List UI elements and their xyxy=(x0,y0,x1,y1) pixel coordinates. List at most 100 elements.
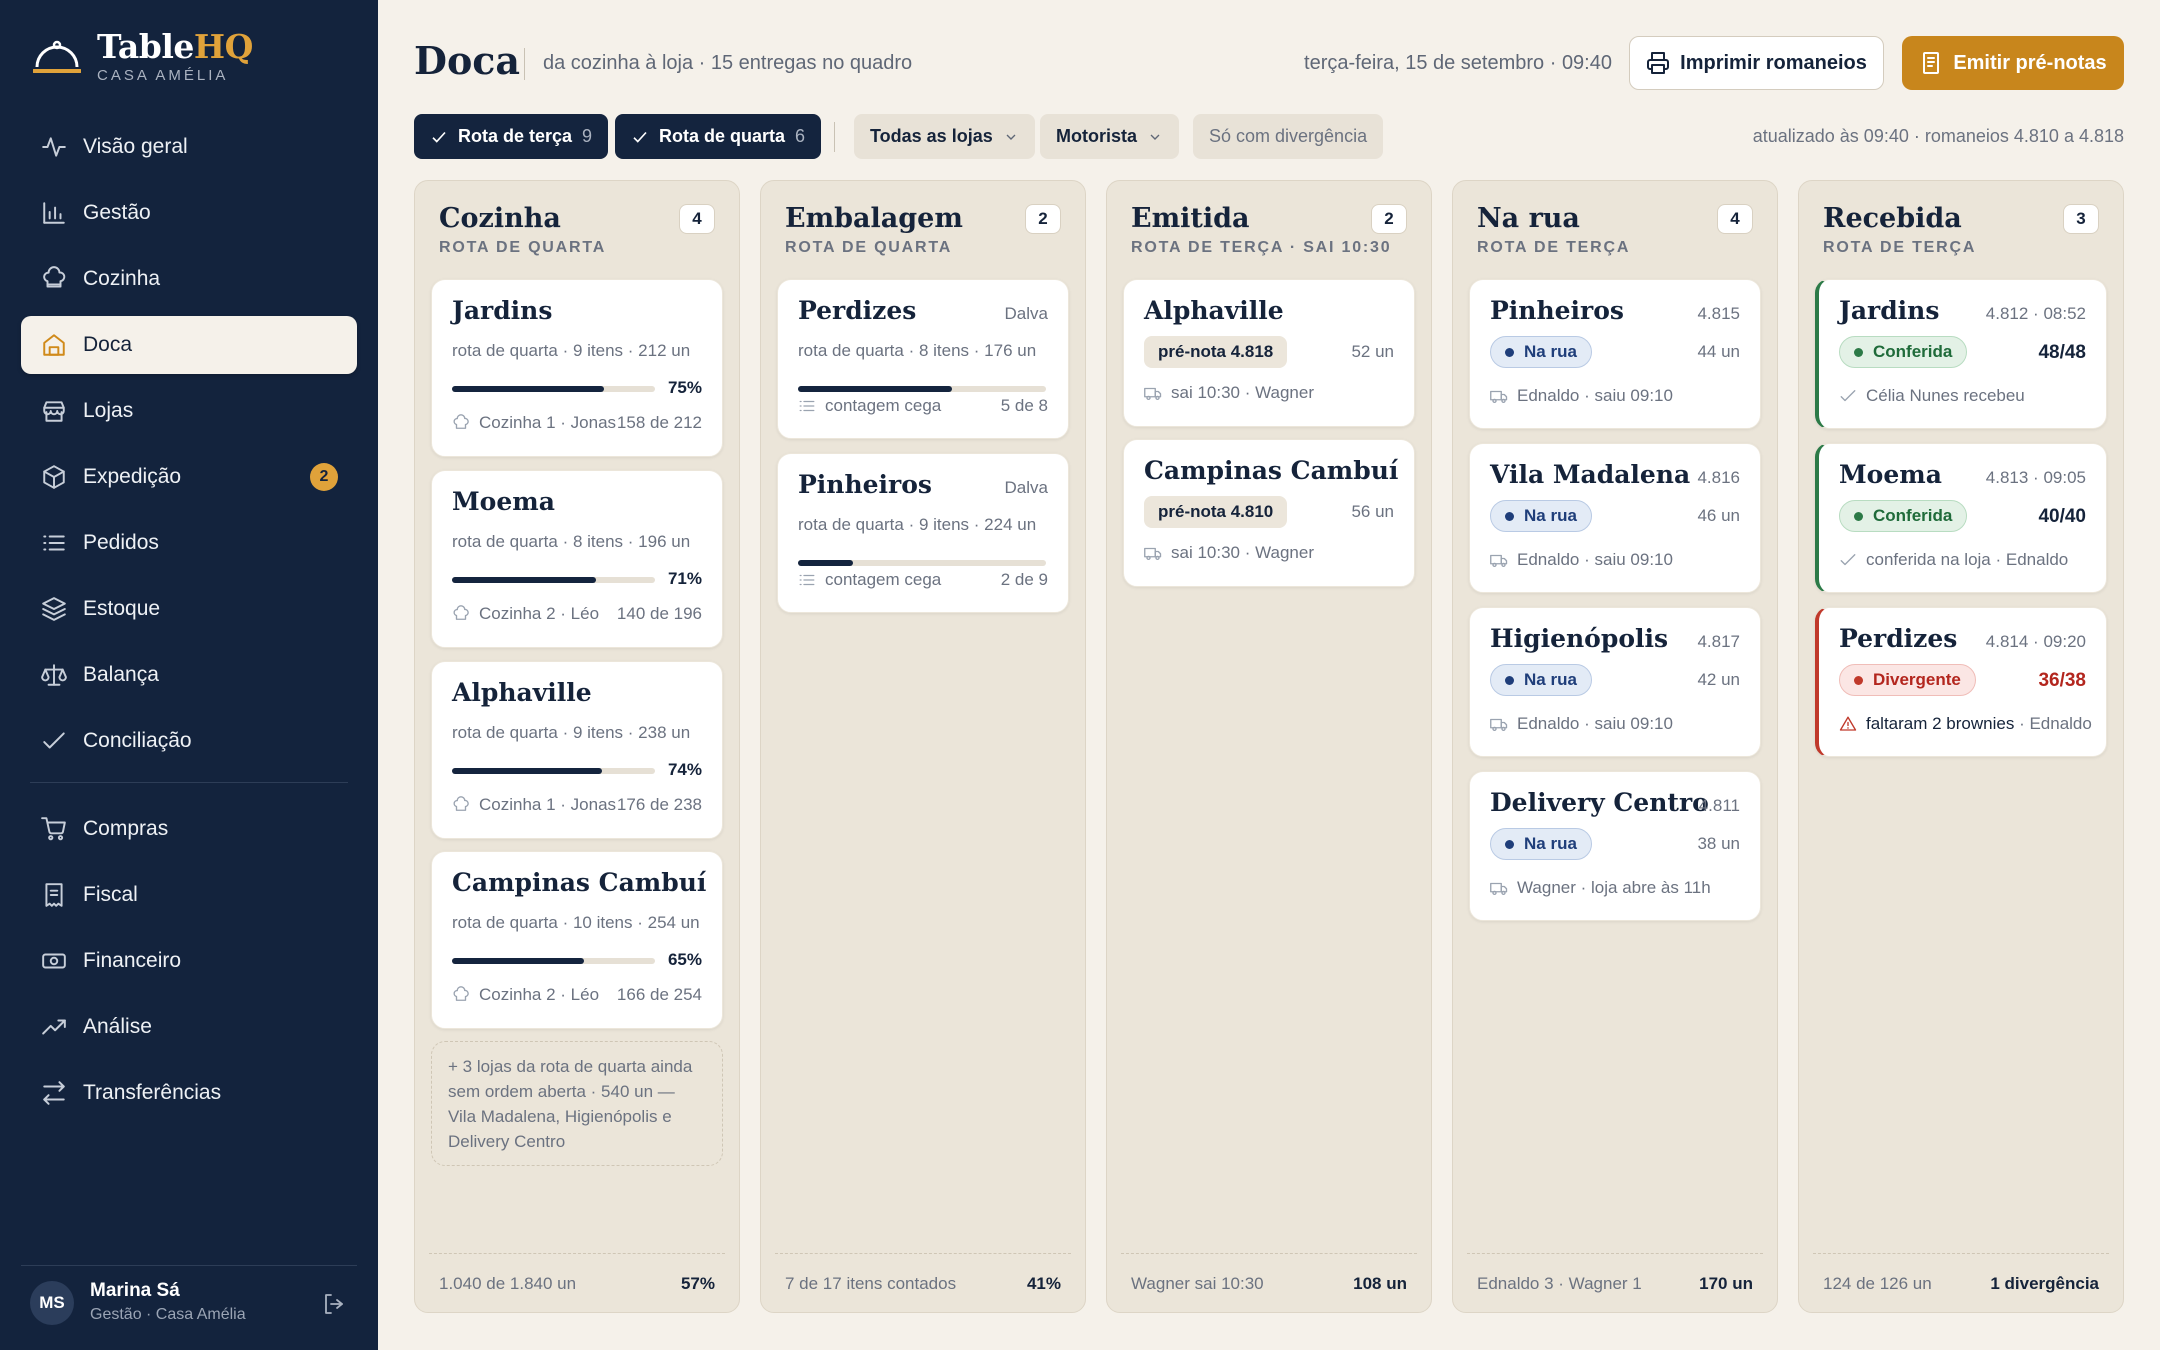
nav-item-gestao[interactable]: Gestão xyxy=(21,184,357,242)
nav-item-estoque[interactable]: Estoque xyxy=(21,580,357,638)
received-card-perdizes[interactable]: Perdizes 4.814 · 09:20 Divergente 36/38 … xyxy=(1815,607,2107,757)
nav-item-analise[interactable]: Análise xyxy=(21,998,357,1056)
check-icon xyxy=(432,131,446,143)
kitchen-card-campinas-cambui[interactable]: Campinas Cambuí rota de quarta · 10 iten… xyxy=(431,851,723,1029)
nav-item-expedicao[interactable]: Expedição 2 xyxy=(21,448,357,506)
cart-icon xyxy=(41,817,66,841)
nav-item-lojas[interactable]: Lojas xyxy=(21,382,357,440)
nav-label: Transferências xyxy=(83,1081,222,1104)
column-footer-divider xyxy=(775,1253,1071,1254)
status-label: Na rua xyxy=(1524,506,1577,525)
nav-label: Conciliação xyxy=(83,729,192,752)
card-title: Pinheiros xyxy=(798,470,932,499)
card-quantity: 176 de 238 xyxy=(616,795,702,814)
avatar[interactable]: MS xyxy=(30,1281,74,1325)
sidebar: TableHQ CASA AMÉLIA Visão geral Gestão C… xyxy=(0,0,378,1350)
logout-button[interactable] xyxy=(322,1292,346,1316)
card-quantity: 56 un xyxy=(1351,502,1394,521)
nav-item-doca[interactable]: Doca xyxy=(21,316,357,374)
card-assignee: Dalva xyxy=(1004,478,1048,497)
page-title: Doca xyxy=(414,38,521,83)
card-details: rota de quarta · 9 itens · 238 un xyxy=(452,723,691,742)
last-updated: atualizado às 09:40 · romaneios 4.810 a … xyxy=(1752,126,2124,146)
truck-icon xyxy=(1144,387,1162,401)
shipping-label: Ednaldo · saiu 09:10 xyxy=(1517,386,1673,405)
assignee-label: Cozinha 2 · Léo xyxy=(479,985,600,1004)
card-quantity: 140 de 196 xyxy=(616,604,702,623)
emit-label: Emitir pré-notas xyxy=(1953,51,2107,74)
progress-bar xyxy=(798,560,1046,566)
card-receipt-note: conferida na loja · Ednaldo xyxy=(1839,550,2068,570)
card-quantity: 166 de 254 xyxy=(616,985,702,1004)
progress-percent: 74% xyxy=(667,760,702,779)
column-footer-value: 108 un xyxy=(1353,1274,1407,1293)
column-count: 2 xyxy=(1371,204,1407,234)
kitchen-card-moema[interactable]: Moema rota de quarta · 8 itens · 196 un … xyxy=(431,470,723,648)
nav-label: Balança xyxy=(83,663,159,686)
issued-card-alphaville[interactable]: Alphaville pré-nota 4.818 52 un sai 10:3… xyxy=(1123,279,1415,427)
packing-card-pinheiros[interactable]: Pinheiros Dalva rota de quarta · 9 itens… xyxy=(777,453,1069,613)
emit-prenotes-button[interactable]: Emitir pré-notas xyxy=(1902,36,2124,90)
route-card-delivery-centro[interactable]: Delivery Centro 4.811 Na rua 38 un Wagne… xyxy=(1469,771,1761,921)
nav-item-conciliacao[interactable]: Conciliação xyxy=(21,712,357,770)
card-shipping: Ednaldo · saiu 09:10 xyxy=(1490,714,1673,734)
count-mode-label: contagem cega xyxy=(825,396,942,415)
filter-route-wednesday[interactable]: Rota de quarta 6 xyxy=(615,114,822,159)
truck-icon xyxy=(1490,882,1508,896)
card-assignee: Cozinha 2 · Léo xyxy=(452,985,599,1005)
filter-route-tuesday[interactable]: Rota de terça 9 xyxy=(414,114,609,159)
nav-item-transferencias[interactable]: Transferências xyxy=(21,1064,357,1122)
card-quantity: 44 un xyxy=(1697,342,1740,361)
card-details: rota de quarta · 10 itens · 254 un xyxy=(452,913,700,932)
brand-logo[interactable]: TableHQ CASA AMÉLIA xyxy=(33,30,253,84)
filter-divergence-only[interactable]: Só com divergência xyxy=(1193,114,1384,159)
column-subtitle: ROTA DE TERÇA xyxy=(1823,239,1977,256)
route-card-higienopolis[interactable]: Higienópolis 4.817 Na rua 42 un Ednaldo … xyxy=(1469,607,1761,757)
column-emitida: Emitida 2 ROTA DE TERÇA · SAI 10:30 Alph… xyxy=(1106,180,1432,1313)
nav-item-compras[interactable]: Compras xyxy=(21,800,357,858)
route-card-vila-madalena[interactable]: Vila Madalena 4.816 Na rua 46 un Ednaldo… xyxy=(1469,443,1761,593)
filter-stores-dropdown[interactable]: Todas as lojas xyxy=(854,114,1035,159)
nav-item-cozinha[interactable]: Cozinha xyxy=(21,250,357,308)
prenote-badge: pré-nota 4.810 xyxy=(1144,496,1288,528)
received-card-moema[interactable]: Moema 4.813 · 09:05 Conferida 40/40 conf… xyxy=(1815,443,2107,593)
card-quantity: 158 de 212 xyxy=(616,413,702,432)
nav-item-pedidos[interactable]: Pedidos xyxy=(21,514,357,572)
card-details: rota de quarta · 9 itens · 224 un xyxy=(798,515,1037,534)
card-quantity: 52 un xyxy=(1351,342,1394,361)
layers-icon xyxy=(42,597,66,621)
progress-fill xyxy=(452,386,605,392)
route-card-pinheiros[interactable]: Pinheiros 4.815 Na rua 44 un Ednaldo · s… xyxy=(1469,279,1761,429)
card-shipping: Ednaldo · saiu 09:10 xyxy=(1490,386,1673,406)
column-embalagem: Embalagem 2 ROTA DE QUARTA Perdizes Dalv… xyxy=(760,180,1086,1313)
manifest-number: 4.816 xyxy=(1697,468,1740,487)
issued-card-campinas-cambui[interactable]: Campinas Cambuí pré-nota 4.810 56 un sai… xyxy=(1123,439,1415,587)
card-title: Pinheiros xyxy=(1490,296,1624,325)
divergence-label: faltaram 2 brownies xyxy=(1866,714,2015,733)
manifest-number: 4.817 xyxy=(1697,632,1740,651)
shipping-label: Wagner · loja abre às 11h xyxy=(1517,878,1711,897)
store-icon xyxy=(43,401,65,422)
print-manifests-button[interactable]: Imprimir romaneios xyxy=(1629,36,1884,90)
packing-card-perdizes[interactable]: Perdizes Dalva rota de quarta · 8 itens … xyxy=(777,279,1069,439)
filter-driver-dropdown[interactable]: Motorista xyxy=(1040,114,1179,159)
nav-item-fiscal[interactable]: Fiscal xyxy=(21,866,357,924)
count-mode-label: contagem cega xyxy=(825,570,942,589)
status-label: Na rua xyxy=(1524,342,1577,361)
received-card-jardins[interactable]: Jardins 4.812 · 08:52 Conferida 48/48 Cé… xyxy=(1815,279,2107,429)
nav-item-balanca[interactable]: Balança xyxy=(21,646,357,704)
kitchen-card-alphaville[interactable]: Alphaville rota de quarta · 9 itens · 23… xyxy=(431,661,723,839)
kitchen-card-jardins[interactable]: Jardins rota de quarta · 9 itens · 212 u… xyxy=(431,279,723,457)
title-divider xyxy=(524,48,525,80)
card-count-mode: contagem cega xyxy=(798,570,941,590)
progress-fill xyxy=(798,386,952,392)
nav-item-visao-geral[interactable]: Visão geral xyxy=(21,118,357,176)
nav-label: Análise xyxy=(83,1015,152,1038)
status-dot xyxy=(1854,347,1863,357)
nav-item-financeiro[interactable]: Financeiro xyxy=(21,932,357,990)
cloche-icon xyxy=(33,40,81,73)
box-icon xyxy=(43,465,65,489)
column-recebida: Recebida 3 ROTA DE TERÇA Jardins 4.812 ·… xyxy=(1798,180,2124,1313)
card-receipt-note: Célia Nunes recebeu xyxy=(1839,386,2025,406)
user-divider xyxy=(21,1265,357,1266)
